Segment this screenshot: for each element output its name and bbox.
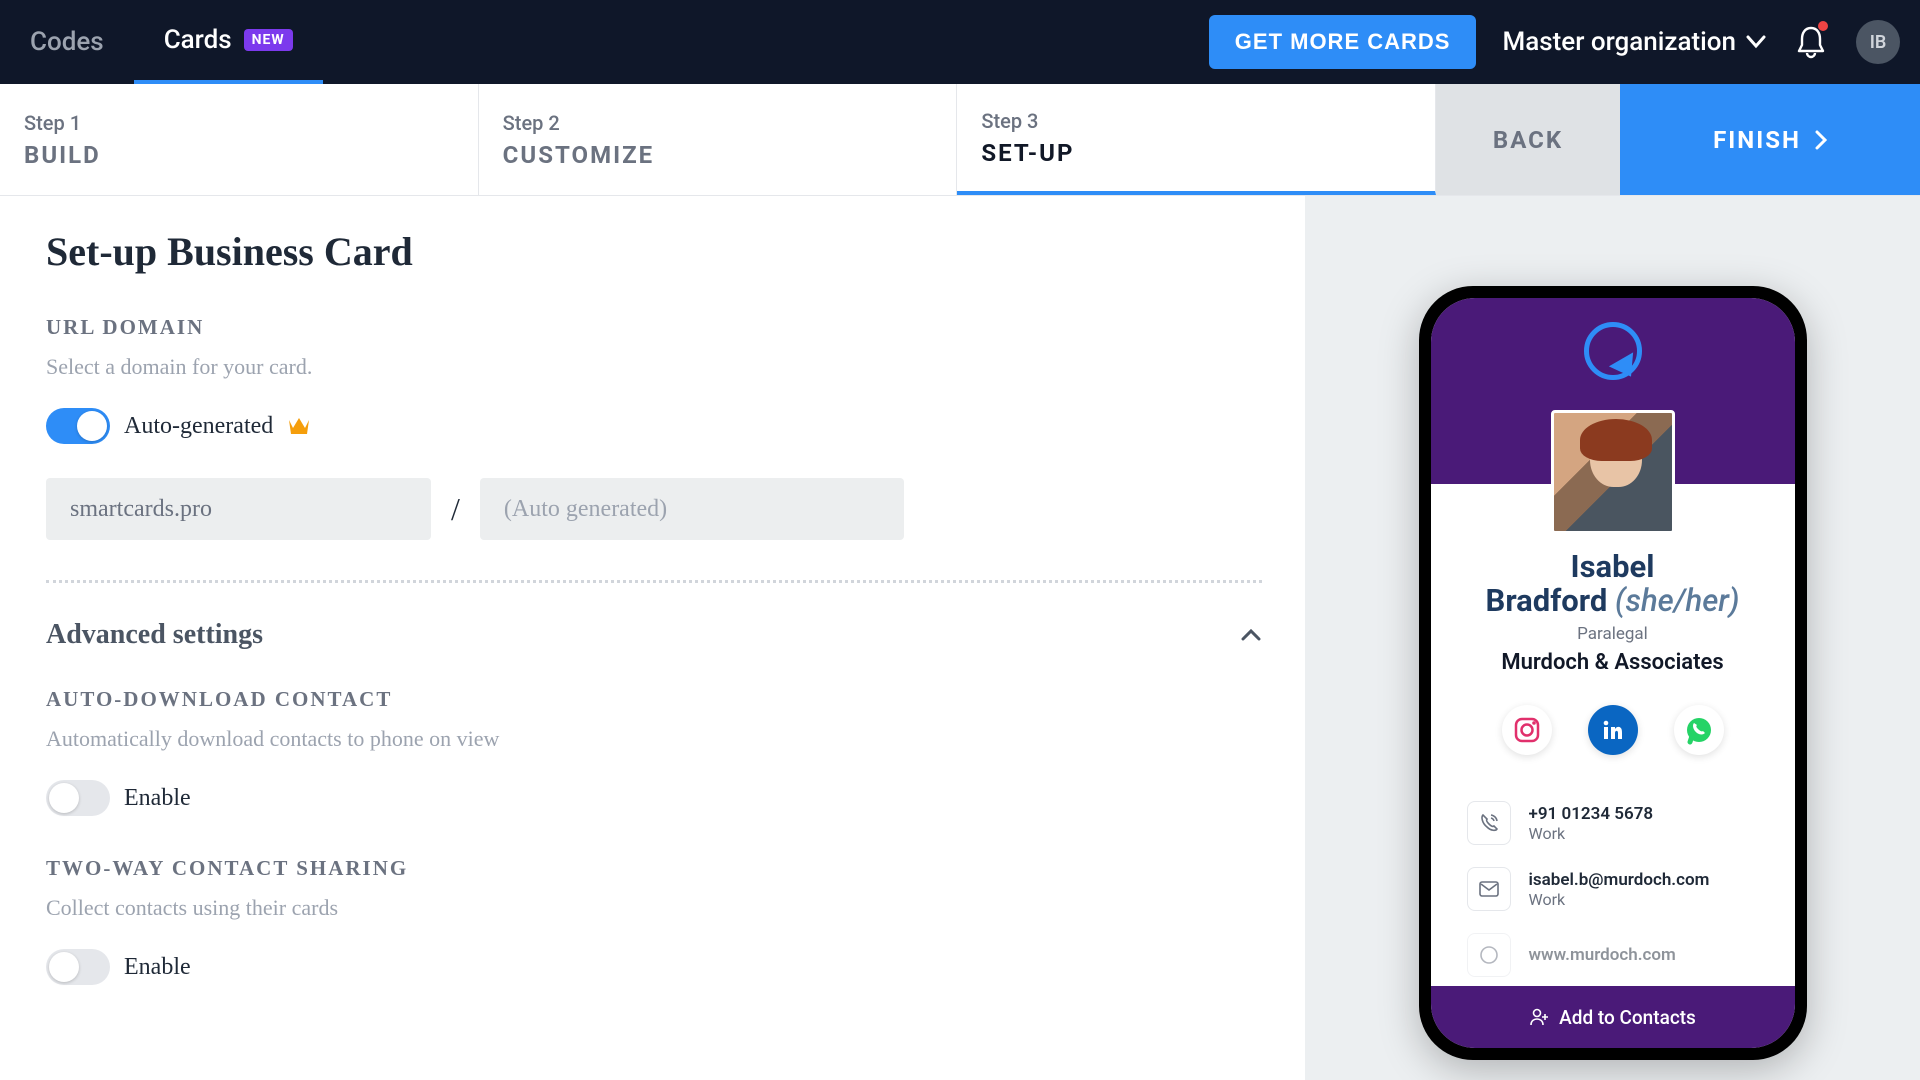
- add-to-contacts-label: Add to Contacts: [1559, 1006, 1696, 1029]
- nav-tab-codes[interactable]: Codes: [0, 0, 134, 84]
- web-value: www.murdoch.com: [1529, 945, 1676, 965]
- profile-photo: [1551, 410, 1675, 534]
- new-badge: NEW: [244, 29, 293, 51]
- mail-icon: [1467, 867, 1511, 911]
- domain-field[interactable]: [46, 478, 431, 540]
- back-button[interactable]: BACK: [1436, 84, 1620, 195]
- auto-download-desc: Automatically download contacts to phone…: [46, 726, 1259, 752]
- step-build[interactable]: Step 1 BUILD: [0, 84, 479, 195]
- page-title: Set-up Business Card: [46, 228, 1259, 275]
- phone-value: +91 01234 5678: [1529, 804, 1654, 824]
- finish-button[interactable]: FINISH: [1620, 84, 1920, 195]
- crown-icon: [287, 416, 311, 436]
- contact-web-row[interactable]: www.murdoch.com: [1467, 933, 1759, 977]
- first-name: Isabel: [1571, 548, 1655, 585]
- step-setup[interactable]: Step 3 SET-UP: [957, 84, 1436, 195]
- phone-label: Work: [1529, 824, 1654, 843]
- finish-label: FINISH: [1713, 126, 1801, 154]
- form-column: Set-up Business Card URL DOMAIN Select a…: [0, 196, 1305, 1080]
- email-label: Work: [1529, 890, 1710, 909]
- get-more-cards-button[interactable]: GET MORE CARDS: [1209, 15, 1477, 69]
- step-num: Step 2: [503, 111, 933, 135]
- phone-icon: [1467, 801, 1511, 845]
- card-body: Isabel Bradford (she/her) Paralegal Murd…: [1431, 484, 1795, 977]
- add-contact-icon: [1529, 1007, 1549, 1027]
- two-way-toggle[interactable]: [46, 949, 110, 985]
- user-avatar[interactable]: IB: [1856, 20, 1900, 64]
- url-domain-label: URL DOMAIN: [46, 315, 1259, 340]
- preview-column: Isabel Bradford (she/her) Paralegal Murd…: [1305, 196, 1920, 1080]
- auto-download-toggle-label: Enable: [124, 785, 191, 812]
- step-bar: Step 1 BUILD Step 2 CUSTOMIZE Step 3 SET…: [0, 84, 1920, 196]
- slug-field[interactable]: [480, 478, 904, 540]
- auto-download-toggle[interactable]: [46, 780, 110, 816]
- globe-icon: [1467, 933, 1511, 977]
- advanced-settings-header[interactable]: Advanced settings: [46, 619, 1262, 651]
- chevron-right-icon: [1815, 130, 1827, 150]
- two-way-label: TWO-WAY CONTACT SHARING: [46, 856, 1259, 881]
- card-name: Isabel Bradford (she/her): [1431, 550, 1795, 618]
- org-dropdown[interactable]: Master organization: [1502, 27, 1766, 57]
- step-name: SET-UP: [981, 139, 1411, 167]
- two-way-toggle-label: Enable: [124, 954, 191, 981]
- autogen-row: Auto-generated: [46, 408, 1259, 444]
- company-logo-icon: [1584, 322, 1642, 380]
- slash-separator: /: [451, 491, 460, 528]
- social-row: [1431, 705, 1795, 755]
- org-name: Master organization: [1502, 27, 1736, 57]
- contact-phone-row[interactable]: +91 01234 5678 Work: [1467, 801, 1759, 845]
- two-way-desc: Collect contacts using their cards: [46, 895, 1259, 921]
- contact-email-row[interactable]: isabel.b@murdoch.com Work: [1467, 867, 1759, 911]
- main-area: Set-up Business Card URL DOMAIN Select a…: [0, 196, 1920, 1080]
- auto-download-label: AUTO-DOWNLOAD CONTACT: [46, 687, 1259, 712]
- two-way-block: TWO-WAY CONTACT SHARING Collect contacts…: [46, 856, 1259, 985]
- url-domain-desc: Select a domain for your card.: [46, 354, 1259, 380]
- phone-screen: Isabel Bradford (she/her) Paralegal Murd…: [1431, 298, 1795, 1048]
- advanced-settings-title: Advanced settings: [46, 619, 263, 651]
- autogen-toggle[interactable]: [46, 408, 110, 444]
- nav-tab-cards[interactable]: Cards NEW: [134, 0, 323, 84]
- card-company: Murdoch & Associates: [1431, 650, 1795, 675]
- linkedin-icon[interactable]: [1588, 705, 1638, 755]
- instagram-icon[interactable]: [1502, 705, 1552, 755]
- chevron-down-icon: [1746, 35, 1766, 49]
- step-customize[interactable]: Step 2 CUSTOMIZE: [479, 84, 958, 195]
- step-name: BUILD: [24, 141, 454, 169]
- whatsapp-icon[interactable]: [1674, 705, 1724, 755]
- last-name: Bradford: [1486, 582, 1608, 619]
- domain-input-row: /: [46, 478, 1259, 540]
- contacts-list: +91 01234 5678 Work isabel.b@murdoch.com…: [1431, 801, 1795, 977]
- step-num: Step 3: [981, 109, 1411, 133]
- nav-tab-cards-label: Cards: [164, 25, 232, 55]
- step-num: Step 1: [24, 111, 454, 135]
- dotted-divider: [46, 580, 1262, 583]
- notification-dot: [1818, 21, 1828, 31]
- email-value: isabel.b@murdoch.com: [1529, 870, 1710, 890]
- top-navbar: Codes Cards NEW GET MORE CARDS Master or…: [0, 0, 1920, 84]
- card-role: Paralegal: [1431, 624, 1795, 644]
- pronoun: (she/her): [1615, 582, 1739, 619]
- add-to-contacts-button[interactable]: Add to Contacts: [1431, 986, 1795, 1048]
- chevron-up-icon: [1240, 628, 1262, 642]
- notifications-button[interactable]: [1796, 25, 1826, 59]
- step-name: CUSTOMIZE: [503, 141, 933, 169]
- nav-tabs: Codes Cards NEW: [0, 0, 323, 84]
- phone-frame: Isabel Bradford (she/her) Paralegal Murd…: [1419, 286, 1807, 1060]
- auto-download-block: AUTO-DOWNLOAD CONTACT Automatically down…: [46, 687, 1259, 816]
- autogen-toggle-label: Auto-generated: [124, 413, 273, 440]
